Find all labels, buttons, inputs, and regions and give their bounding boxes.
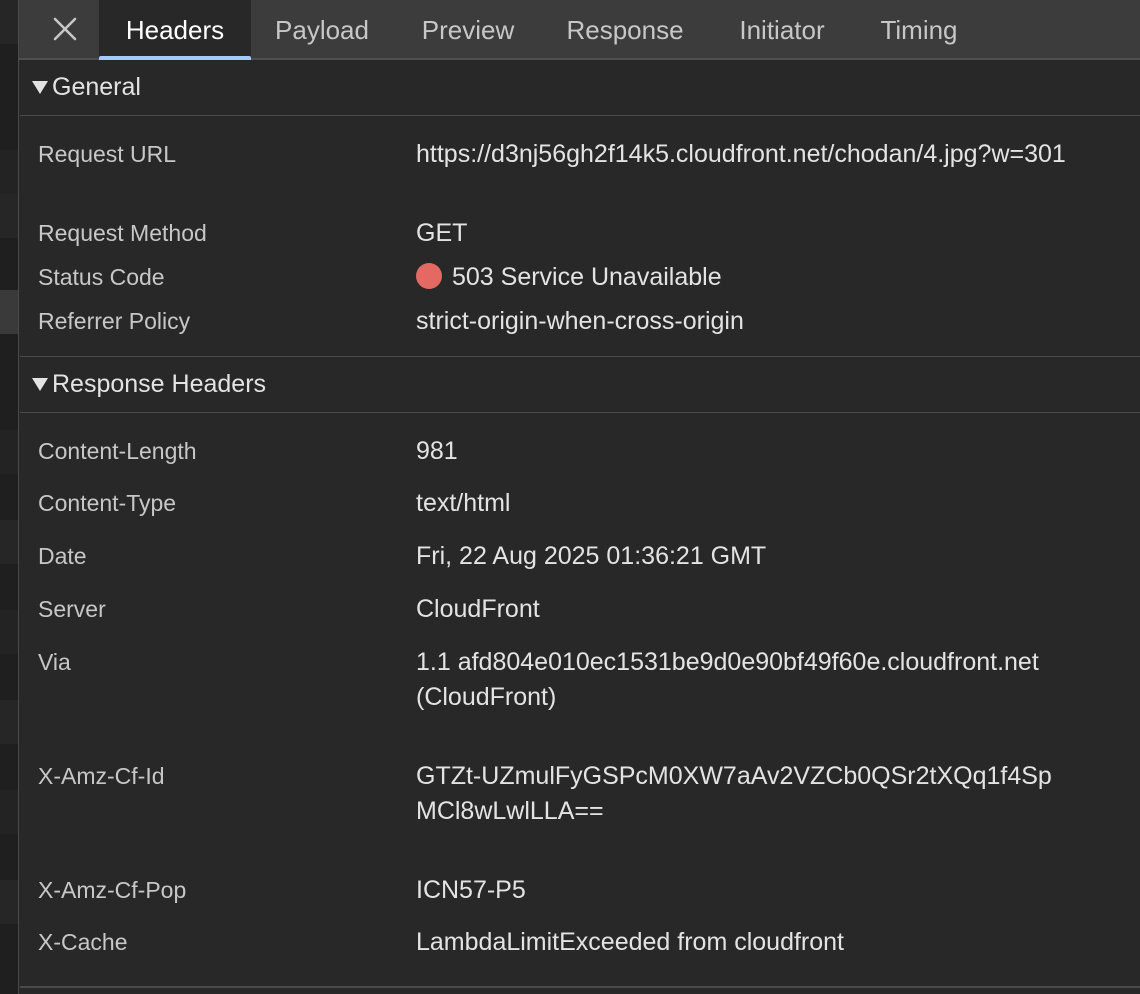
header-name: Content-Type — [38, 490, 177, 516]
section-title: Response Headers — [52, 370, 267, 398]
request-row-edge[interactable] — [0, 430, 18, 474]
devtools-network-detail: Headers Payload Preview Response Initiat… — [0, 0, 1140, 994]
header-name: X-Amz-Cf-Pop — [38, 877, 187, 903]
header-value-status[interactable]: 503 Service Unavailable — [416, 260, 1066, 295]
section-divider — [20, 986, 1140, 988]
request-row-edge-selected[interactable] — [0, 290, 18, 334]
tab-timing[interactable]: Timing — [865, 0, 973, 58]
request-row-edge[interactable] — [0, 150, 18, 194]
request-row-edge[interactable] — [0, 0, 18, 44]
tab-label: Headers — [125, 15, 225, 45]
header-value[interactable]: strict-origin-when-cross-origin — [416, 304, 1066, 339]
headers-panel: General Request URL https://d3nj56gh2f14… — [20, 60, 1140, 994]
header-name: Server — [38, 596, 106, 622]
request-row-edge[interactable] — [0, 880, 18, 924]
close-icon — [53, 17, 77, 41]
header-value[interactable]: GET — [416, 216, 1066, 251]
header-name: Content-Length — [38, 438, 197, 464]
header-value[interactable]: 981 — [416, 434, 1066, 469]
header-value[interactable]: LambdaLimitExceeded from cloudfront — [416, 925, 1066, 960]
header-name: X-Amz-Cf-Id — [38, 763, 165, 789]
header-value[interactable]: GTZt-UZmulFyGSPcM0XW7aAv2VZCb0QSr2tXQq1f… — [416, 759, 1066, 829]
request-row-edge[interactable] — [0, 610, 18, 654]
tab-preview[interactable]: Preview — [405, 0, 531, 58]
header-name: Request URL — [38, 141, 177, 167]
header-name: X-Cache — [38, 929, 128, 955]
tab-response[interactable]: Response — [551, 0, 699, 58]
section-response-headers-header[interactable]: Response Headers — [20, 357, 1140, 413]
header-name: Status Code — [38, 264, 165, 290]
header-value[interactable]: 1.1 afd804e010ec1531be9d0e90bf49f60e.clo… — [416, 645, 1066, 715]
close-button[interactable] — [47, 10, 83, 48]
header-value[interactable]: Fri, 22 Aug 2025 01:36:21 GMT — [416, 539, 1066, 574]
header-value[interactable]: text/html — [416, 486, 1066, 521]
section-general-header[interactable]: General — [20, 60, 1140, 116]
request-row-edge[interactable] — [0, 700, 18, 744]
tab-label: Timing — [880, 15, 958, 45]
status-text: 503 Service Unavailable — [452, 263, 722, 291]
request-row-edge[interactable] — [0, 520, 18, 564]
request-row-edge[interactable] — [0, 194, 18, 238]
header-value[interactable]: https://d3nj56gh2f14k5.cloudfront.net/ch… — [416, 137, 1132, 172]
triangle-down-icon — [32, 81, 48, 94]
header-name: Referrer Policy — [38, 308, 191, 334]
tab-initiator[interactable]: Initiator — [719, 0, 845, 58]
section-title: General — [52, 73, 141, 101]
tab-label: Initiator — [739, 15, 825, 45]
tab-headers[interactable]: Headers — [99, 0, 251, 60]
status-error-icon — [416, 263, 442, 289]
header-value[interactable]: CloudFront — [416, 592, 1066, 627]
header-name: Request Method — [38, 220, 207, 246]
tab-label: Response — [566, 15, 684, 45]
tab-payload[interactable]: Payload — [259, 0, 385, 58]
header-value[interactable]: ICN57-P5 — [416, 873, 1066, 908]
triangle-down-icon — [32, 378, 48, 391]
tab-label: Payload — [275, 15, 369, 45]
detail-tab-bar: Headers Payload Preview Response Initiat… — [19, 0, 1140, 60]
header-name: Via — [38, 649, 71, 675]
header-name: Date — [38, 543, 87, 569]
request-row-edge[interactable] — [0, 790, 18, 834]
tab-label: Preview — [421, 15, 515, 45]
request-list-edge — [0, 0, 19, 994]
